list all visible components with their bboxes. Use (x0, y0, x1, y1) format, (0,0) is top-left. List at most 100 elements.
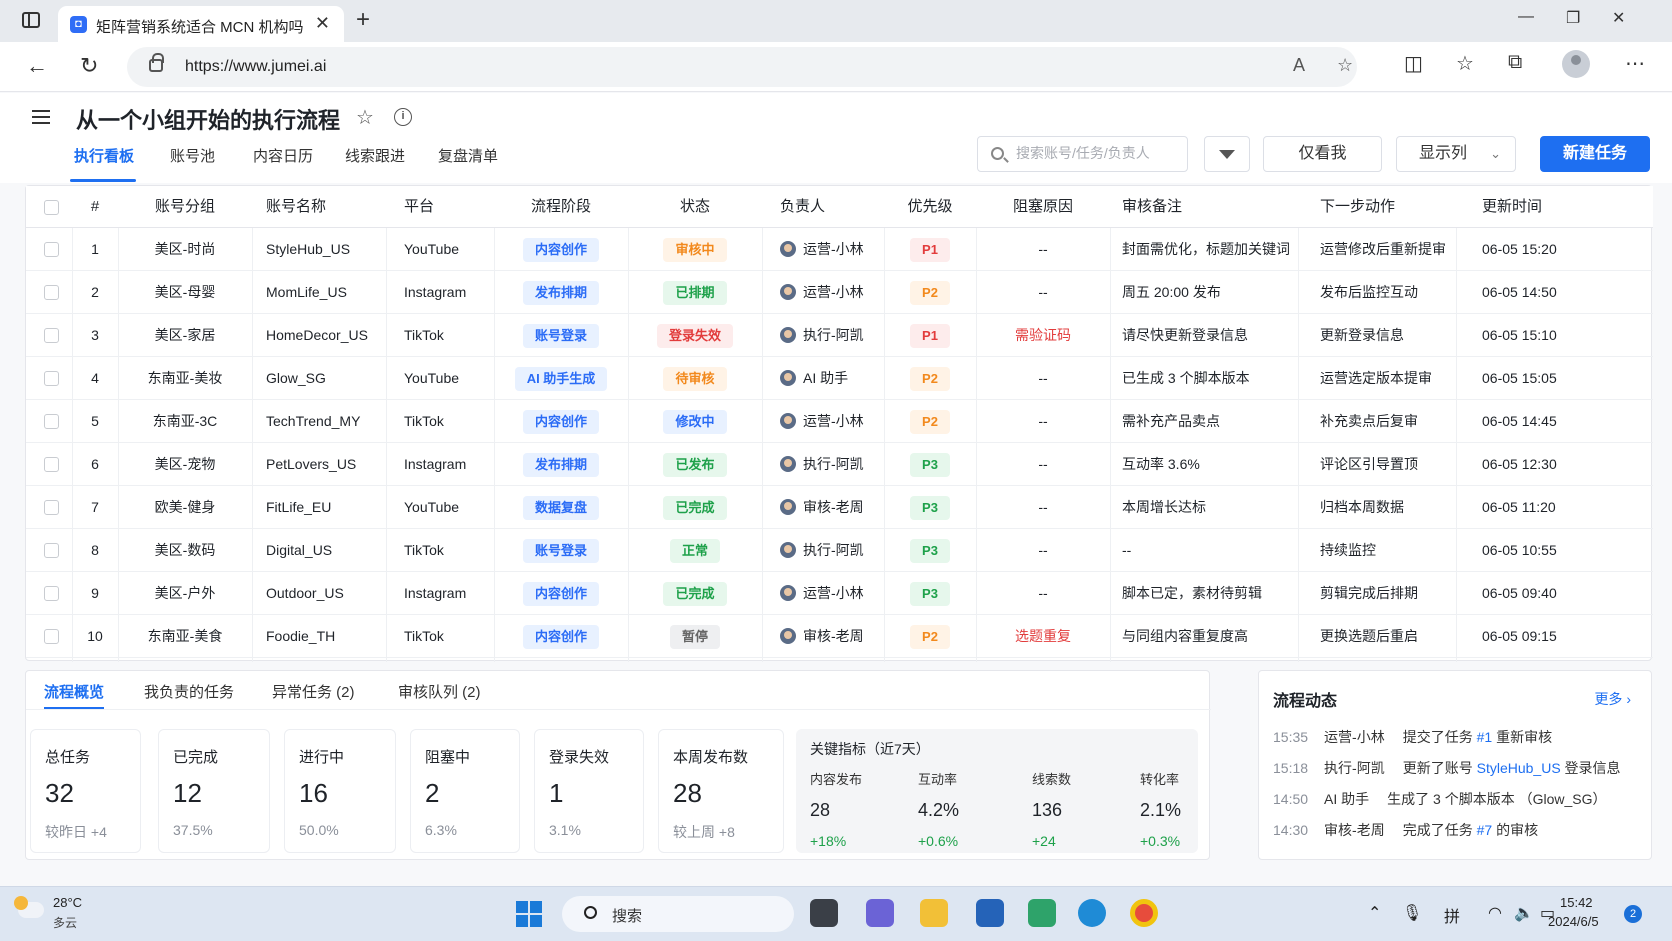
microphone-icon[interactable]: 🎙 (1402, 903, 1422, 923)
tab-close-icon[interactable]: ✕ (315, 13, 330, 34)
read-aloud-icon[interactable]: A (1293, 55, 1305, 76)
clock-date[interactable]: 2024/6/5 (1548, 914, 1599, 929)
new-tab-button[interactable]: + (356, 6, 370, 34)
activity-link[interactable]: #1 (1477, 729, 1493, 745)
col-next-action[interactable]: 下一步动作 (1298, 186, 1456, 228)
hamburger-menu-icon[interactable] (32, 110, 50, 124)
tab-account-pool[interactable]: 账号池 (170, 145, 215, 166)
windows-start-icon[interactable] (516, 901, 542, 927)
table-row[interactable]: 9 美区-户外 Outdoor_US Instagram 内容创作 已完成 运营-小林 P3 -… (26, 572, 1653, 615)
row-checkbox[interactable] (44, 414, 59, 429)
split-screen-icon[interactable]: ◫ (1404, 51, 1423, 76)
window-close-icon[interactable]: ✕ (1612, 8, 1625, 28)
col-account-group[interactable]: 账号分组 (118, 186, 252, 228)
col-priority[interactable]: 优先级 (884, 186, 976, 228)
table-row[interactable]: 2 美区-母婴 MomLife_US Instagram 发布排期 已排期 运营-小林 P2 -… (26, 271, 1653, 314)
favorites-icon[interactable]: ☆ (1456, 51, 1474, 76)
activity-item[interactable]: 14:50 AI 助手 生成了 3 个脚本版本 （Glow_SG） (1273, 789, 1607, 809)
task-view-icon[interactable] (810, 899, 838, 927)
teams-chat-icon[interactable] (866, 899, 894, 927)
table-row[interactable]: 7 欧美-健身 FitLife_EU YouTube 数据复盘 已完成 审核-老周 P3 -- 本… (26, 486, 1653, 529)
refresh-icon[interactable]: ↻ (80, 53, 98, 79)
col-stage[interactable]: 流程阶段 (494, 186, 628, 228)
more-menu-icon[interactable]: ⋯ (1625, 51, 1645, 76)
row-checkbox[interactable] (44, 242, 59, 257)
row-checkbox[interactable] (44, 543, 59, 558)
tab-review-queue[interactable]: 审核队列 (2) (398, 681, 481, 702)
row-checkbox[interactable] (44, 457, 59, 472)
maximize-icon[interactable]: ❐ (1566, 8, 1580, 28)
tray-chevron-icon[interactable]: ⌃ (1368, 903, 1381, 923)
owner-name: 运营-小林 (803, 585, 864, 601)
stage-cell: 发布排期 (494, 271, 628, 314)
columns-dropdown[interactable]: 显示列 ⌄ (1396, 136, 1516, 172)
table-row[interactable]: 8 美区-数码 Digital_US TikTok 账号登录 正常 执行-阿凯 P3 -- -- 持… (26, 529, 1653, 572)
row-checkbox[interactable] (44, 500, 59, 515)
select-all-checkbox[interactable] (44, 200, 59, 215)
row-checkbox[interactable] (44, 285, 59, 300)
filter-button[interactable] (1204, 136, 1250, 172)
row-checkbox[interactable] (44, 586, 59, 601)
activity-item[interactable]: 15:35 运营-小林 提交了任务 #1 重新审核 (1273, 727, 1552, 747)
tab-board[interactable]: 执行看板 (74, 145, 134, 166)
minimize-icon[interactable]: — (1518, 8, 1534, 26)
stat-total-tasks: 总任务 32 较昨日 +4 (30, 729, 141, 853)
tab-lead-followup[interactable]: 线索跟进 (345, 145, 405, 166)
tab-abnormal-tasks[interactable]: 异常任务 (2) (272, 681, 355, 702)
platform-cell: YouTube (404, 499, 460, 515)
profile-avatar[interactable] (1562, 50, 1590, 78)
weather-cloud-icon[interactable] (14, 896, 44, 918)
col-block-reason[interactable]: 阻塞原因 (976, 186, 1110, 228)
table-row[interactable]: 10 东南亚-美食 Foodie_TH TikTok 内容创作 暂停 审核-老周 P2 选题重复… (26, 615, 1653, 658)
table-row[interactable]: 6 美区-宠物 PetLovers_US Instagram 发布排期 已发布 执行-阿凯 P… (26, 443, 1653, 486)
activity-link[interactable]: StyleHub_US (1477, 760, 1561, 776)
tab-my-tasks[interactable]: 我负责的任务 (144, 681, 234, 702)
activity-item[interactable]: 15:18 执行-阿凯 更新了账号 StyleHub_US 登录信息 (1273, 758, 1621, 778)
info-icon[interactable]: i (394, 108, 412, 126)
edge-browser-icon[interactable] (1078, 899, 1106, 927)
tab-actions-icon[interactable] (22, 12, 40, 28)
star-icon[interactable]: ☆ (356, 105, 374, 130)
calculator-app-icon[interactable] (1028, 899, 1056, 927)
col-status[interactable]: 状态 (628, 186, 762, 228)
col-index[interactable]: # (72, 186, 118, 228)
activity-item[interactable]: 14:30 审核-老周 完成了任务 #7 的审核 (1273, 820, 1538, 840)
ime-indicator[interactable]: 拼 (1444, 903, 1460, 927)
chrome-browser-icon[interactable] (1130, 899, 1158, 927)
url-field[interactable]: https://www.jumei.ai A ☆ (127, 47, 1357, 87)
row-checkbox[interactable] (44, 629, 59, 644)
collections-icon[interactable]: ⧉ (1508, 51, 1522, 74)
col-account-name[interactable]: 账号名称 (252, 186, 386, 228)
tab-content-calendar[interactable]: 内容日历 (253, 145, 313, 166)
notification-badge[interactable]: 2 (1624, 905, 1642, 923)
volume-icon[interactable]: 🔈 (1514, 903, 1534, 923)
col-owner[interactable]: 负责人 (762, 186, 884, 228)
col-review-note[interactable]: 审核备注 (1110, 186, 1298, 228)
row-checkbox[interactable] (44, 371, 59, 386)
browser-tab[interactable]: ◘ 矩阵营销系统适合 MCN 机构吗 ✕ (58, 6, 344, 42)
search-input[interactable] (1016, 145, 1181, 161)
activity-more-link[interactable]: 更多 › (1594, 689, 1631, 709)
favorite-star-icon[interactable]: ☆ (1337, 55, 1353, 76)
col-platform[interactable]: 平台 (386, 186, 494, 228)
table-row[interactable]: 1 美区-时尚 StyleHub_US YouTube 内容创作 审核中 运营-小林 P1 --… (26, 228, 1653, 271)
search-box[interactable] (977, 136, 1188, 172)
taskbar-search[interactable]: 搜索 (562, 896, 794, 932)
file-explorer-icon[interactable] (920, 899, 948, 927)
store-icon[interactable] (976, 899, 1004, 927)
tab-review-list[interactable]: 复盘清单 (438, 145, 498, 166)
wifi-icon[interactable]: ◠ (1488, 903, 1502, 923)
activity-link[interactable]: #7 (1477, 822, 1493, 838)
col-updated-time[interactable]: 更新时间 (1456, 186, 1653, 228)
back-icon[interactable]: ← (26, 53, 48, 79)
table-row[interactable]: 4 东南亚-美妆 Glow_SG YouTube AI 助手生成 待审核 AI 助手 P2 --… (26, 357, 1653, 400)
clock-time[interactable]: 15:42 (1560, 895, 1593, 910)
tab-flow-overview[interactable]: 流程概览 (44, 681, 104, 702)
only-me-button[interactable]: 仅看我 (1263, 136, 1382, 172)
table-row[interactable]: 5 东南亚-3C TechTrend_MY TikTok 内容创作 修改中 运营-小林 P2 -… (26, 400, 1653, 443)
table-row[interactable]: 3 美区-家居 HomeDecor_US TikTok 账号登录 登录失效 执行-阿凯 P1 需… (26, 314, 1653, 357)
header-checkbox[interactable] (26, 186, 72, 228)
row-checkbox[interactable] (44, 328, 59, 343)
new-task-button[interactable]: 新建任务 (1540, 136, 1650, 172)
activity-text: 重新审核 (1492, 729, 1553, 745)
